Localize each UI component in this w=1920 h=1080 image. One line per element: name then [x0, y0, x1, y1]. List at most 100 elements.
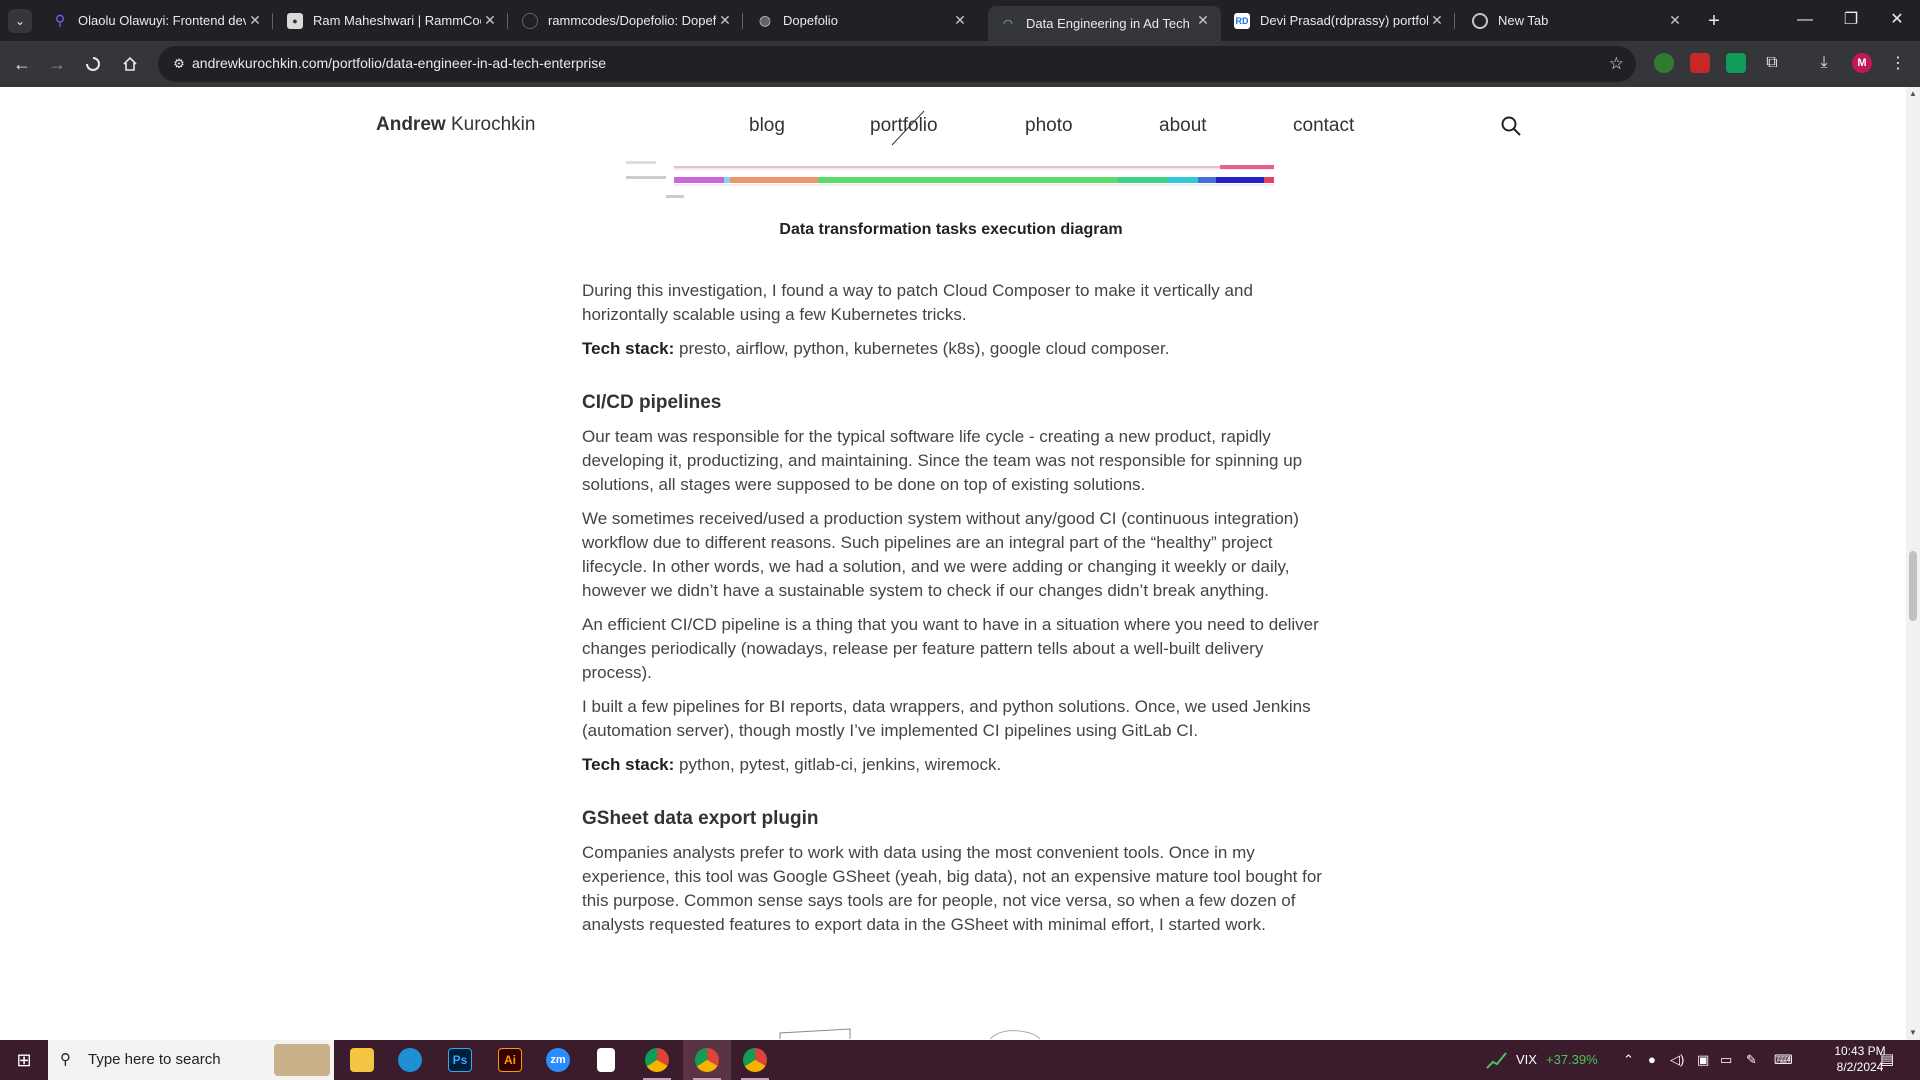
camera-icon[interactable]: ▣: [1697, 1040, 1709, 1080]
person-photo-icon: ●: [287, 12, 303, 29]
rd-logo-icon: RD: [1234, 12, 1250, 29]
tab-strip: ⌄ ⚲ Olaolu Olawuyi: Frontend developer ✕…: [0, 0, 1920, 41]
network-icon[interactable]: ▭: [1720, 1040, 1732, 1080]
speaker-icon[interactable]: ◁): [1670, 1040, 1684, 1080]
tech-stack-value: python, pytest, gitlab-ci, jenkins, wire…: [679, 755, 1002, 774]
site-info-icon[interactable]: ⚙: [170, 55, 188, 73]
profile-avatar[interactable]: M: [1852, 53, 1872, 73]
taskbar-file-explorer[interactable]: [338, 1040, 386, 1080]
extension-red-icon[interactable]: [1690, 53, 1710, 73]
address-bar[interactable]: ⚙ andrewkurochkin.com/portfolio/data-eng…: [158, 46, 1636, 82]
taskbar-chrome-profile[interactable]: [683, 1040, 731, 1080]
close-icon[interactable]: ✕: [1667, 12, 1683, 28]
url-text[interactable]: andrewkurochkin.com/portfolio/data-engin…: [192, 55, 606, 71]
logo-first-name: Andrew: [376, 114, 446, 135]
site-logo[interactable]: Andrew Kurochkin: [376, 114, 535, 136]
keyboard-icon[interactable]: ⌨: [1774, 1040, 1793, 1080]
minimize-icon: —: [1797, 11, 1813, 28]
logo-last-name: Kurochkin: [450, 114, 536, 135]
close-window-button[interactable]: ✕: [1874, 6, 1920, 34]
tab-search-button[interactable]: ⌄: [8, 9, 32, 33]
section-heading-cicd: CI/CD pipelines: [582, 392, 722, 413]
extension-green-icon[interactable]: [1726, 53, 1746, 73]
tab-dopefolio-github[interactable]: rammcodes/Dopefolio: Dopefolio ✕: [510, 6, 743, 35]
page-viewport: Andrew Kurochkin blog portfolio photo ab…: [0, 87, 1906, 1040]
minimize-button[interactable]: —: [1782, 6, 1828, 34]
taskbar-chrome-active[interactable]: [731, 1040, 779, 1080]
tech-stack-label: Tech stack:: [582, 755, 675, 774]
bookmark-star-icon[interactable]: ☆: [1609, 54, 1624, 74]
arrow-left-icon: ←: [13, 54, 31, 74]
tab-data-engineering[interactable]: ◠ Data Engineering in Ad Tech enterprise…: [988, 6, 1221, 41]
photoshop-icon: Ps: [448, 1048, 472, 1072]
tab-title: rammcodes/Dopefolio: Dopefolio: [548, 13, 716, 28]
tab-title: Olaolu Olawuyi: Frontend developer: [78, 13, 246, 28]
execution-diagram-image: [626, 161, 1274, 223]
tab-new-tab[interactable]: New Tab ✕: [1460, 6, 1693, 35]
restore-button[interactable]: ❐: [1828, 6, 1874, 34]
close-icon[interactable]: ✕: [1429, 12, 1445, 28]
partial-image-sketch: [779, 1028, 1041, 1040]
tab-olaolu[interactable]: ⚲ Olaolu Olawuyi: Frontend developer ✕: [40, 6, 273, 35]
nav-about[interactable]: about: [1159, 115, 1207, 137]
tab-ram-maheshwari[interactable]: ● Ram Maheshwari | RammCodes ✕: [275, 6, 508, 35]
microphone-icon[interactable]: ●: [1648, 1040, 1656, 1080]
taskbar-illustrator[interactable]: Ai: [486, 1040, 534, 1080]
edge-icon: [398, 1048, 422, 1072]
tab-title: Data Engineering in Ad Tech enterprise: [1026, 16, 1194, 31]
tab-title: Dopefolio: [783, 13, 838, 28]
nav-blog[interactable]: blog: [749, 115, 785, 137]
scroll-up-icon[interactable]: ▲: [1906, 87, 1920, 101]
pen-icon[interactable]: ✎: [1746, 1040, 1757, 1080]
nav-contact[interactable]: contact: [1293, 115, 1354, 137]
nav-active-slash: [891, 110, 925, 146]
search-icon: ⚲: [60, 1051, 71, 1068]
diagram-caption: Data transformation tasks execution diag…: [779, 221, 1123, 238]
close-icon[interactable]: ✕: [1195, 12, 1211, 28]
file-explorer-icon: [350, 1048, 374, 1072]
nav-photo[interactable]: photo: [1025, 115, 1073, 137]
taskbar-notepad[interactable]: [582, 1040, 630, 1080]
chrome-active-icon: [743, 1048, 767, 1072]
back-button[interactable]: ←: [8, 50, 36, 78]
paragraph: We sometimes received/used a production …: [582, 509, 1299, 600]
taskbar-zoom[interactable]: zm: [534, 1040, 582, 1080]
extensions-puzzle-icon[interactable]: ⧉: [1762, 53, 1782, 73]
taskbar-edge[interactable]: [386, 1040, 434, 1080]
search-icon[interactable]: [1500, 115, 1522, 137]
download-icon[interactable]: ⤓: [1814, 53, 1834, 73]
stop-loading-button[interactable]: [79, 50, 107, 78]
stock-name[interactable]: VIX: [1516, 1040, 1537, 1080]
home-button[interactable]: [116, 50, 144, 78]
close-icon[interactable]: ✕: [247, 12, 263, 28]
taskbar-search-box[interactable]: ⚲ Type here to search: [48, 1040, 334, 1080]
close-icon[interactable]: ✕: [717, 12, 733, 28]
paragraph: An efficient CI/CD pipeline is a thing t…: [582, 615, 1319, 682]
windows-taskbar: ⊞ ⚲ Type here to search Ps Ai zm VIX +37…: [0, 1040, 1920, 1080]
tab-devi-prasad[interactable]: RD Devi Prasad(rdprassy) portfolio ✕: [1222, 6, 1455, 35]
taskbar-photoshop[interactable]: Ps: [436, 1040, 484, 1080]
restore-icon: ❐: [1843, 11, 1859, 28]
new-tab-button[interactable]: +: [1702, 9, 1726, 33]
stock-change[interactable]: +37.39%: [1546, 1040, 1598, 1080]
tab-dopefolio[interactable]: ◍ Dopefolio ✕: [745, 6, 978, 35]
taskbar-chrome[interactable]: [633, 1040, 681, 1080]
scrollbar-thumb[interactable]: [1909, 551, 1917, 621]
chrome-icon: [1472, 12, 1488, 29]
page-scrollbar[interactable]: ▲ ▼: [1906, 87, 1920, 1040]
scroll-down-icon[interactable]: ▼: [1906, 1026, 1920, 1040]
plus-icon: +: [1708, 10, 1720, 32]
search-highlight-image: [274, 1044, 330, 1076]
chevron-down-icon: ⌄: [14, 14, 26, 28]
menu-kebab-icon[interactable]: ⋮: [1888, 53, 1908, 73]
close-icon[interactable]: ✕: [482, 12, 498, 28]
windows-start-button[interactable]: ⊞: [0, 1040, 48, 1080]
notification-icon[interactable]: ▤: [1880, 1040, 1894, 1080]
close-icon[interactable]: ✕: [952, 12, 968, 28]
tech-stack-line: Tech stack: presto, airflow, python, kub…: [582, 337, 1322, 361]
extension-globe-icon[interactable]: [1654, 53, 1674, 73]
forward-button[interactable]: →: [43, 50, 71, 78]
tab-separator: [272, 13, 273, 29]
stock-chart-icon: [1486, 1052, 1507, 1069]
tray-chevron-up-icon[interactable]: ⌃: [1623, 1040, 1634, 1080]
